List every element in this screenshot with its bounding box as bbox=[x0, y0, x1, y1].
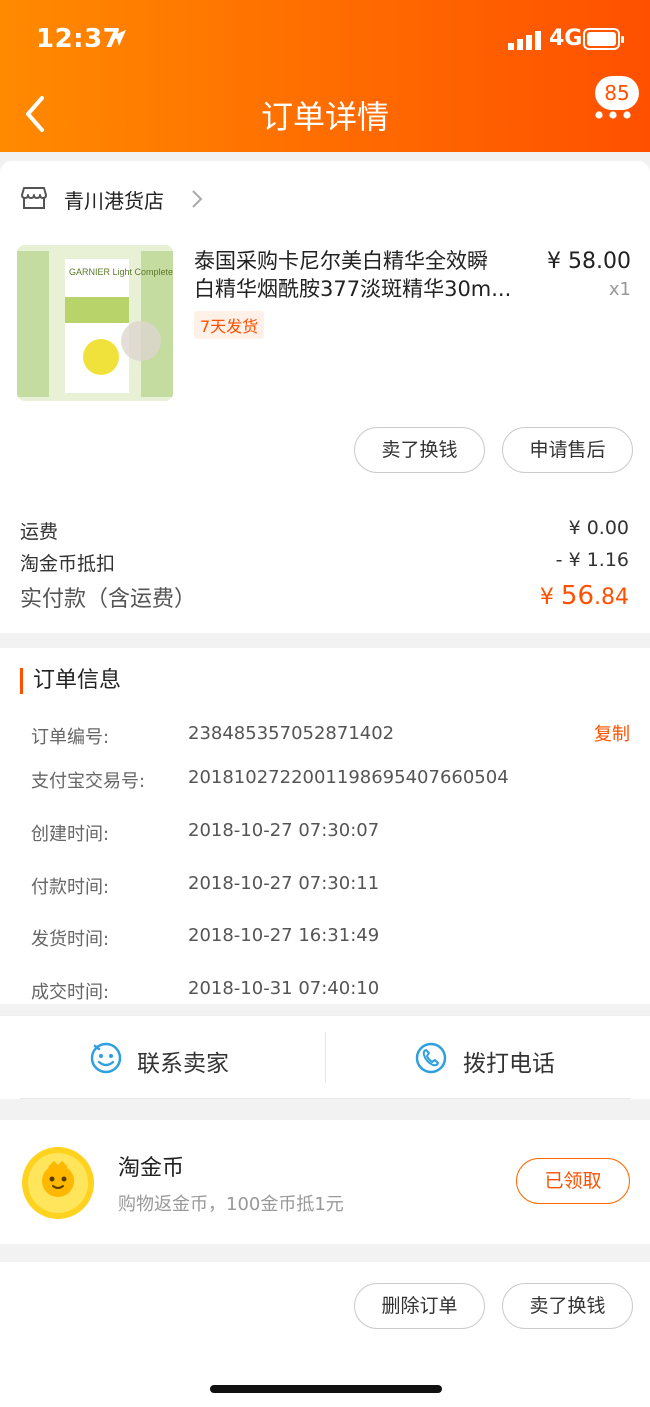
status-bar: 12:37 4G bbox=[0, 0, 650, 80]
contact-seller-button[interactable]: 联系卖家 bbox=[137, 1044, 229, 1078]
page-title: 订单详情 bbox=[260, 98, 389, 136]
contact-bar: 联系卖家 拨打电话 bbox=[0, 1015, 650, 1099]
bottom-sell-for-cash-button[interactable]: 卖了换钱 bbox=[502, 1283, 633, 1329]
order-info-card: 订单信息 复制 订单编号: 238485357052871402 支付宝交易号:… bbox=[0, 648, 650, 1004]
total-paid-value: ¥ 56.84 bbox=[540, 581, 629, 611]
alipay-transaction-label: 支付宝交易号: bbox=[31, 771, 146, 792]
payment-time-value: 2018-10-27 07:30:11 bbox=[188, 873, 380, 894]
order-number-value: 238485357052871402 bbox=[188, 723, 395, 744]
shipped-time-value: 2018-10-27 16:31:49 bbox=[188, 925, 380, 946]
total-currency: ¥ bbox=[539, 585, 554, 610]
shop-order-card: 青川港货店 GARNIER Light Complete 泰国采购卡尼尔美白精华… bbox=[0, 161, 650, 633]
contact-bottom-divider bbox=[20, 1098, 630, 1099]
total-integer: 56 bbox=[560, 581, 594, 611]
coin-title: 淘金币 bbox=[118, 1156, 185, 1181]
coin-deduction-label: 淘金币抵扣 bbox=[20, 553, 116, 575]
phone-call-icon[interactable] bbox=[414, 1041, 448, 1075]
chevron-right-icon[interactable] bbox=[190, 189, 204, 209]
home-indicator[interactable] bbox=[210, 1385, 442, 1393]
payment-time-label: 付款时间: bbox=[31, 877, 110, 898]
claimed-button[interactable]: 已领取 bbox=[516, 1158, 630, 1204]
completed-time-label: 成交时间: bbox=[31, 982, 110, 1003]
apply-after-sale-button[interactable]: 申请售后 bbox=[502, 427, 633, 473]
sell-for-cash-button[interactable]: 卖了换钱 bbox=[354, 427, 485, 473]
completed-time-value: 2018-10-31 07:40:10 bbox=[188, 978, 380, 999]
product-brand-text: GARNIER Light Complete bbox=[69, 267, 173, 277]
product-title-line-1: 泰国采购卡尼尔美白精华全效瞬 bbox=[194, 249, 488, 273]
created-time-label: 创建时间: bbox=[31, 824, 110, 845]
header-bar: 12:37 4G 订单详情 85 bbox=[0, 0, 650, 152]
shipped-time-row: 发货时间: 2018-10-27 16:31:49 bbox=[31, 925, 631, 955]
network-type: 4G bbox=[549, 26, 583, 51]
total-decimal: .84 bbox=[594, 585, 629, 610]
order-info-title: 订单信息 bbox=[20, 668, 121, 694]
alipay-transaction-value: 2018102722001198695407660504 bbox=[188, 767, 509, 788]
product-quantity: x1 bbox=[608, 279, 631, 300]
delete-order-button[interactable]: 删除订单 bbox=[354, 1283, 485, 1329]
shipping-fee-value: ¥ 0.00 bbox=[568, 517, 629, 539]
contact-seller-icon[interactable] bbox=[89, 1041, 123, 1075]
product-image[interactable]: GARNIER Light Complete bbox=[17, 245, 173, 401]
store-icon bbox=[21, 187, 47, 209]
total-paid-label: 实付款（含运费） bbox=[20, 587, 197, 612]
call-phone-button[interactable]: 拨打电话 bbox=[463, 1044, 555, 1078]
payment-time-row: 付款时间: 2018-10-27 07:30:11 bbox=[31, 873, 631, 903]
more-icon[interactable] bbox=[592, 108, 634, 122]
product-title[interactable]: 泰国采购卡尼尔美白精华全效瞬 白精华烟酰胺377淡斑精华30m... bbox=[194, 247, 534, 303]
completed-time-row: 成交时间: 2018-10-31 07:40:10 bbox=[31, 978, 631, 1008]
alipay-transaction-row: 支付宝交易号: 2018102722001198695407660504 bbox=[31, 767, 631, 797]
taojinbi-coin-icon bbox=[22, 1147, 94, 1219]
message-count-badge: 85 bbox=[595, 76, 639, 110]
created-time-value: 2018-10-27 07:30:07 bbox=[188, 820, 380, 841]
created-time-row: 创建时间: 2018-10-27 07:30:07 bbox=[31, 820, 631, 850]
signal-icon bbox=[508, 31, 541, 50]
shipping-tag: 7天发货 bbox=[194, 311, 265, 339]
shop-name[interactable]: 青川港货店 bbox=[64, 185, 164, 214]
shipped-time-label: 发货时间: bbox=[31, 929, 110, 950]
order-number-label: 订单编号: bbox=[31, 727, 110, 748]
product-title-line-2: 白精华烟酰胺377淡斑精华30m... bbox=[194, 277, 512, 301]
location-arrow-icon bbox=[110, 30, 126, 46]
contact-divider bbox=[325, 1032, 326, 1082]
battery-icon bbox=[583, 28, 624, 50]
coin-deduction-value: - ¥ 1.16 bbox=[555, 549, 629, 571]
coin-promo-card: 淘金币 购物返金币，100金币抵1元 已领取 bbox=[0, 1120, 650, 1244]
coin-description: 购物返金币，100金币抵1元 bbox=[118, 1194, 344, 1215]
shipping-fee-label: 运费 bbox=[20, 521, 59, 543]
product-photo-illustration: GARNIER Light Complete bbox=[17, 245, 173, 401]
product-price: ¥ 58.00 bbox=[547, 249, 631, 274]
order-number-row: 订单编号: 238485357052871402 bbox=[31, 723, 631, 753]
